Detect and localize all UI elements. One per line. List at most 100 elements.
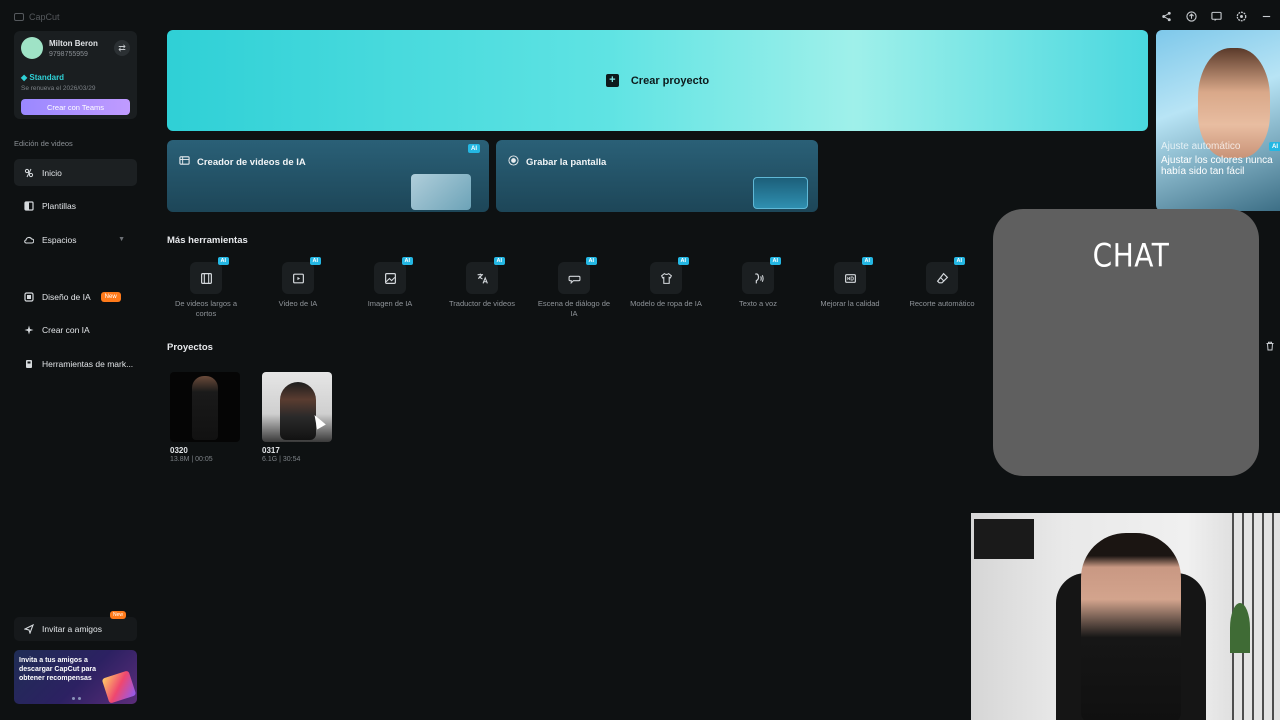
ai-tag: AI	[953, 257, 965, 265]
image-icon: AI	[374, 257, 413, 294]
share-icon[interactable]	[1160, 10, 1172, 22]
tool-video-translator[interactable]: AI Traductor de videos	[442, 257, 522, 309]
sidebar-item-plantillas[interactable]: Plantillas	[14, 192, 137, 219]
tool-label: De videos largos a cortos	[174, 299, 238, 318]
app-brand: CapCut	[14, 12, 60, 22]
project-meta: 13.8M | 00:05	[170, 456, 213, 463]
tool-label: Modelo de ropa de IA	[630, 299, 702, 308]
ai-video-creator-card[interactable]: Creador de videos de IA AI	[167, 140, 489, 212]
ai-tag: AI	[677, 257, 689, 265]
ai-video-icon	[179, 155, 190, 169]
invite-friends-button[interactable]: Invitar a amigos New	[14, 611, 137, 641]
app-brand-label: CapCut	[29, 12, 60, 22]
sidebar-item-crear-ia[interactable]: Crear con IA	[14, 316, 137, 343]
upload-icon[interactable]	[1185, 10, 1197, 22]
tool-ai-dialogue-scene[interactable]: AI Escena de diálogo de IA	[534, 257, 614, 319]
tool-label: Video de IA	[278, 299, 318, 308]
ai-tag: AI	[861, 257, 873, 265]
sidebar-item-label: Crear con IA	[42, 324, 90, 335]
switch-account-icon[interactable]: ⇄	[114, 40, 130, 56]
more-tools-heading: Más herramientas	[167, 235, 248, 246]
sidebar-item-label: Plantillas	[42, 200, 77, 211]
tool-label: Traductor de videos	[448, 299, 515, 308]
trash-icon[interactable]	[1265, 341, 1275, 354]
card-illustration	[753, 177, 808, 209]
renewal-text: Se renueva el 2026/03/29	[21, 85, 96, 92]
create-project-label: Crear proyecto	[630, 74, 710, 87]
sidebar-item-inicio[interactable]: Inicio	[14, 159, 137, 186]
capcut-logo-icon	[14, 13, 24, 21]
tool-label: Mejorar la calidad	[820, 299, 880, 308]
hd-icon: AI	[834, 257, 873, 294]
new-badge: New	[110, 611, 127, 619]
project-name: 0320	[170, 446, 188, 455]
minimize-icon[interactable]	[1260, 10, 1272, 22]
project-thumbnail[interactable]	[262, 372, 332, 442]
tool-long-to-short[interactable]: AI De videos largos a cortos	[166, 257, 246, 319]
home-icon	[24, 168, 34, 178]
app-window: CapCut Milton Beron 9798755959 ⇄ ◆ Stand…	[0, 0, 1280, 720]
tool-enhance-quality[interactable]: AI Mejorar la calidad	[810, 257, 890, 309]
diamond-icon: ◆	[21, 73, 28, 82]
carousel-dots[interactable]	[72, 697, 81, 700]
settings-icon[interactable]	[1235, 10, 1247, 22]
ai-tag: AI	[769, 257, 781, 265]
ai-tag: AI	[585, 257, 597, 265]
tool-ai-video[interactable]: AI Video de IA	[258, 257, 338, 309]
record-icon	[508, 155, 519, 169]
tool-label: Texto a voz	[739, 299, 777, 308]
sidebar-item-marketing[interactable]: Herramientas de mark...	[14, 350, 137, 377]
projects-heading: Proyectos	[167, 342, 213, 353]
ai-tag: AI	[401, 257, 413, 265]
window-toolbar	[1160, 10, 1272, 22]
sidebar: Milton Beron 9798755959 ⇄ ◆ Standard Se …	[0, 28, 150, 720]
sidebar-item-label: Inicio	[42, 167, 62, 178]
tool-auto-cutout[interactable]: AI Recorte automático	[902, 257, 982, 309]
sidebar-item-diseno-ia[interactable]: Diseño de IA New	[14, 283, 137, 310]
chat-overlay: CHAT	[993, 209, 1259, 476]
auto-adjust-promo[interactable]: Ajuste automático AI Ajustar los colores…	[1156, 30, 1280, 211]
create-project-button[interactable]: + Crear proyecto	[167, 30, 1148, 131]
promo-title: Ajuste automático	[1161, 141, 1241, 152]
sidebar-item-espacios[interactable]: Espacios ▼	[14, 226, 137, 253]
sidebar-item-label: Herramientas de mark...	[42, 358, 134, 369]
webcam-plant	[1230, 603, 1250, 653]
promo-text: Invita a tus amigos a descargar CapCut p…	[19, 657, 97, 682]
tool-ai-image[interactable]: AI Imagen de IA	[350, 257, 430, 309]
invite-label: Invitar a amigos	[42, 624, 102, 634]
project-card[interactable]: 0320 13.8M | 00:05	[170, 372, 240, 463]
translate-icon: AI	[466, 257, 505, 294]
ai-tag: AI	[493, 257, 505, 265]
chevron-down-icon[interactable]: ▼	[118, 236, 125, 243]
account-phone: 9798755959	[49, 51, 88, 58]
card-label: Creador de videos de IA	[197, 156, 306, 168]
sidebar-item-label: Diseño de IA	[42, 291, 91, 302]
invite-promo-banner[interactable]: Invita a tus amigos a descargar CapCut p…	[14, 650, 137, 704]
webcam-person	[1081, 533, 1181, 720]
ai-tag: AI	[468, 144, 480, 153]
send-icon	[24, 624, 34, 634]
ai-design-icon	[24, 291, 34, 302]
shirt-icon: AI	[650, 257, 689, 294]
film-icon: AI	[190, 257, 229, 294]
tool-label: Imagen de IA	[367, 299, 413, 308]
project-name: 0317	[262, 446, 280, 455]
webcam-overlay	[971, 513, 1280, 720]
screen-record-card[interactable]: Grabar la pantalla	[496, 140, 818, 212]
tool-text-to-speech[interactable]: AI Texto a voz	[718, 257, 798, 309]
ai-tag: AI	[309, 257, 321, 265]
project-thumbnail[interactable]	[170, 372, 240, 442]
plus-icon: +	[605, 74, 619, 87]
chat-title: CHAT	[1092, 236, 1170, 275]
card-label: Grabar la pantalla	[526, 156, 607, 168]
create-with-teams-button[interactable]: Crear con Teams	[21, 99, 130, 115]
cloud-icon	[24, 235, 34, 245]
avatar[interactable]	[21, 37, 43, 59]
plan-badge: ◆ Standard	[21, 73, 64, 82]
ai-tag: AI	[1269, 142, 1280, 151]
project-meta: 6.1G | 30:54	[262, 456, 301, 463]
ai-tag: AI	[217, 257, 229, 265]
tool-label: Recorte automático	[909, 299, 975, 308]
tool-ai-clothing-model[interactable]: AI Modelo de ropa de IA	[626, 257, 706, 309]
feedback-icon[interactable]	[1210, 10, 1222, 22]
